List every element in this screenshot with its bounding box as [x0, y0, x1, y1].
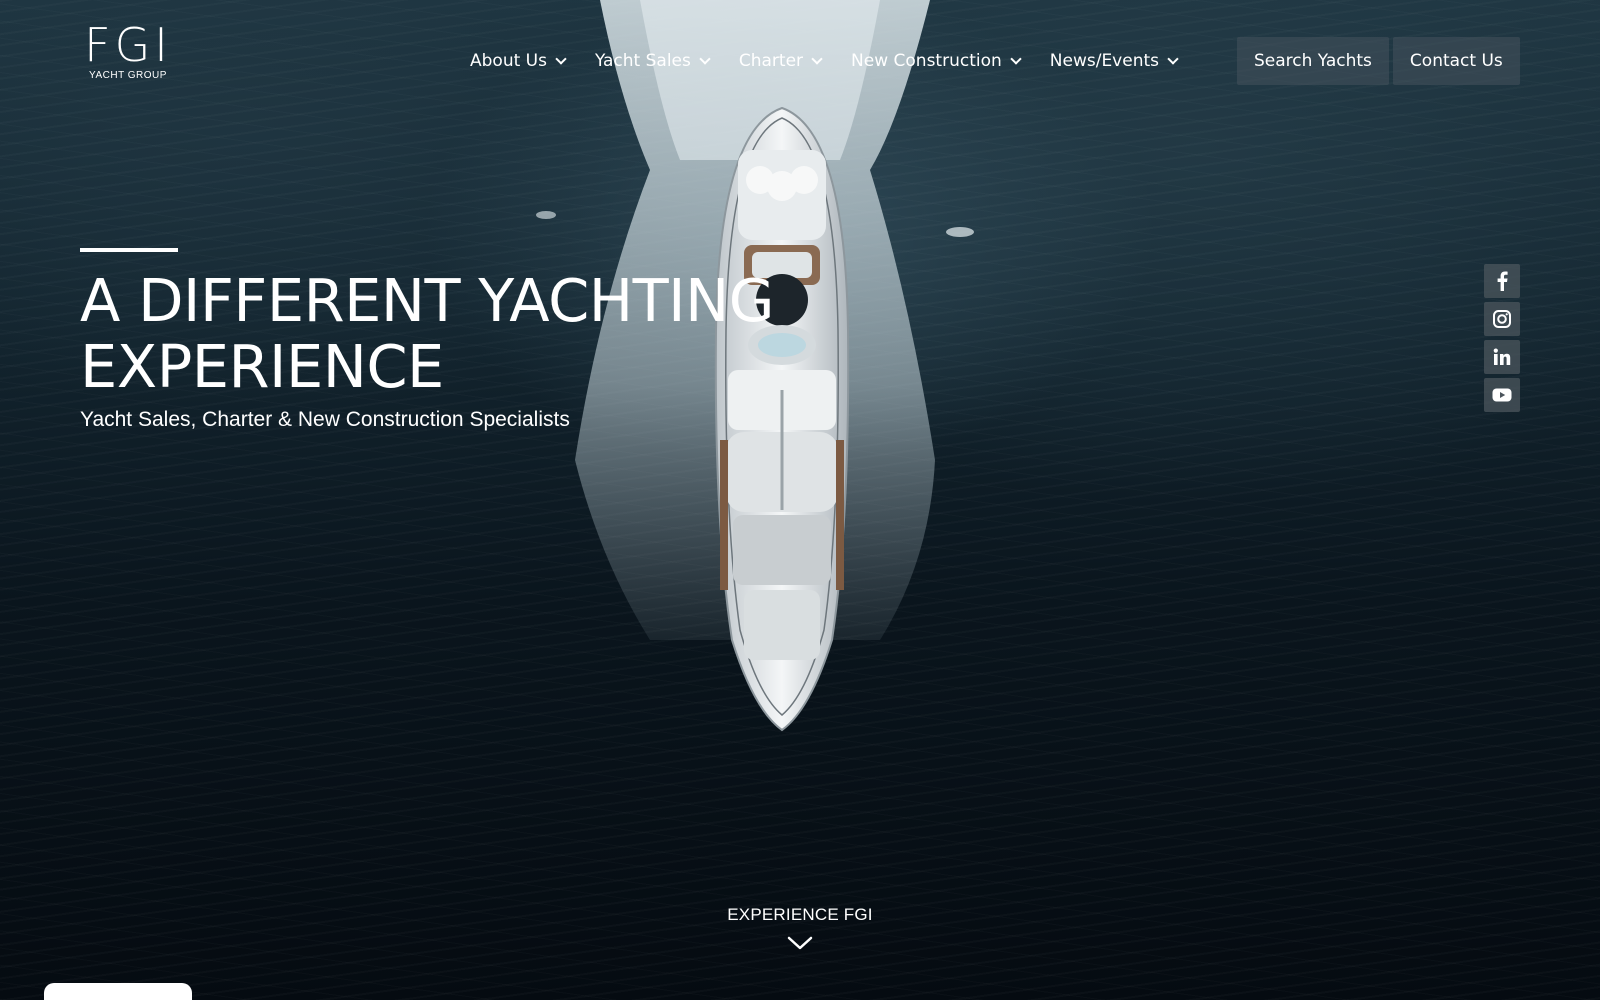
- instagram-link[interactable]: [1484, 302, 1520, 336]
- nav-item-yacht-sales[interactable]: Yacht Sales: [594, 51, 711, 71]
- chevron-down-icon: [1010, 53, 1022, 65]
- youtube-link[interactable]: [1484, 378, 1520, 412]
- facebook-link[interactable]: [1484, 264, 1520, 298]
- headline-accent-line: [80, 248, 178, 252]
- experience-fgi-link[interactable]: EXPERIENCE FGI: [700, 905, 900, 951]
- main-nav: About Us Yacht Sales Charter New Constru…: [470, 37, 1207, 85]
- contact-us-button[interactable]: Contact Us: [1392, 37, 1520, 85]
- nav-item-label: About Us: [470, 51, 547, 71]
- hero-section: FGI YACHT GROUP About Us Yacht Sales Cha…: [0, 0, 1600, 1000]
- nav-item-new-construction[interactable]: New Construction: [851, 51, 1022, 71]
- experience-label: EXPERIENCE FGI: [727, 905, 873, 924]
- linkedin-link[interactable]: [1484, 340, 1520, 374]
- nav-item-charter[interactable]: Charter: [738, 51, 823, 71]
- header-actions: Search Yachts Contact Us: [1237, 37, 1524, 85]
- chevron-down-icon: [811, 53, 823, 65]
- chevron-down-icon: [1167, 53, 1179, 65]
- fgi-logo[interactable]: FGI YACHT GROUP: [82, 22, 174, 81]
- nav-item-label: News/Events: [1049, 51, 1160, 71]
- youtube-icon: [1492, 388, 1512, 402]
- nav-item-label: Yacht Sales: [594, 51, 691, 71]
- logo-mark: FGI: [84, 18, 172, 72]
- chevron-down-icon: [787, 936, 813, 950]
- nav-item-label: Charter: [738, 51, 804, 71]
- nav-item-about-us[interactable]: About Us: [470, 51, 567, 71]
- nav-item-label: New Construction: [851, 51, 1002, 71]
- instagram-icon: [1493, 310, 1511, 328]
- nav-item-news-events[interactable]: News/Events: [1049, 51, 1179, 71]
- hero-headline: A DIFFERENT YACHTING EXPERIENCE: [80, 268, 800, 400]
- logo-subtitle: YACHT GROUP: [89, 70, 167, 81]
- linkedin-icon: [1493, 348, 1511, 365]
- chevron-down-icon: [555, 53, 567, 65]
- bottom-left-tab[interactable]: [44, 983, 192, 1000]
- headline-line-1: A DIFFERENT YACHTING: [80, 266, 774, 335]
- yacht-aerial-image: [536, 0, 974, 732]
- facebook-icon: [1497, 271, 1508, 291]
- search-yachts-button[interactable]: Search Yachts: [1237, 37, 1389, 85]
- chevron-down-icon: [699, 53, 711, 65]
- social-links: [1484, 264, 1520, 416]
- headline-line-2: EXPERIENCE: [80, 332, 444, 401]
- hero-subheadline: Yacht Sales, Charter & New Construction …: [80, 408, 570, 431]
